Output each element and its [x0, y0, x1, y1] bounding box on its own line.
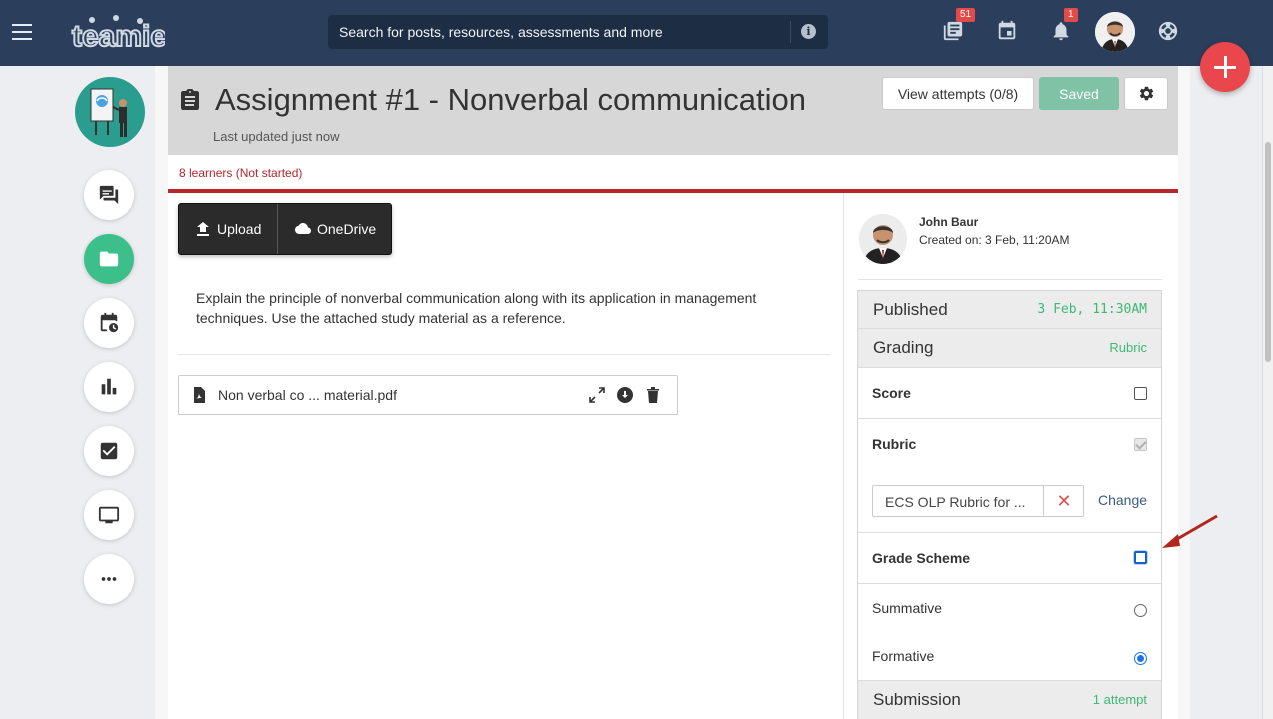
grading-value: Rubric	[1109, 340, 1147, 355]
user-avatar[interactable]	[1095, 12, 1135, 52]
rubric-select-field[interactable]: ECS OLP Rubric for ... ✕	[872, 485, 1084, 517]
last-updated: Last updated just now	[213, 129, 340, 144]
course-avatar[interactable]	[75, 77, 145, 147]
settings-button[interactable]	[1124, 77, 1168, 110]
cloud-icon	[295, 223, 311, 234]
submission-value: 1 attempt	[1092, 692, 1147, 707]
assignment-description: Explain the principle of nonverbal commu…	[196, 290, 757, 326]
attachment-name[interactable]: Non verbal co ... material.pdf	[218, 387, 397, 403]
grade-scheme-row: Grade Scheme	[858, 533, 1161, 584]
bell-icon[interactable]	[1050, 20, 1074, 44]
grade-scheme-checkbox[interactable]	[1134, 551, 1147, 564]
clear-rubric-icon[interactable]: ✕	[1043, 486, 1084, 516]
main-panel	[168, 193, 843, 719]
published-row[interactable]: Published 3 Feb, 11:30AM	[858, 291, 1161, 329]
search-placeholder: Search for posts, resources, assessments…	[339, 24, 663, 40]
rubric-name: ECS OLP Rubric for ...	[885, 494, 1026, 510]
svg-text:teamie: teamie	[72, 20, 165, 52]
formative-radio[interactable]	[1134, 652, 1147, 665]
change-rubric-link[interactable]: Change	[1098, 492, 1147, 508]
score-checkbox[interactable]	[1134, 387, 1147, 400]
score-row: Score	[858, 368, 1161, 419]
notifications-badge: 1	[1064, 8, 1078, 22]
scrollbar-thumb[interactable]	[1265, 142, 1271, 362]
screen-icon[interactable]	[84, 490, 134, 540]
page-title: Assignment #1 - Nonverbal communication	[215, 82, 806, 117]
search-divider	[790, 21, 791, 43]
checkbox-icon[interactable]	[84, 426, 134, 476]
sidebar-divider	[858, 279, 1162, 280]
grade-scheme-options: Summative Formative	[858, 584, 1161, 680]
author-name: John Baur	[919, 215, 979, 229]
trash-icon[interactable]	[645, 387, 661, 403]
analytics-icon[interactable]	[84, 362, 134, 412]
teamie-logo[interactable]: teamie	[70, 12, 165, 52]
expand-icon[interactable]	[589, 387, 605, 403]
annotation-arrow	[1162, 514, 1218, 548]
upload-icon	[197, 222, 209, 236]
published-date: 3 Feb, 11:30AM	[1037, 302, 1147, 317]
onedrive-button[interactable]: OneDrive	[278, 204, 392, 254]
assessment-settings-panel: Published 3 Feb, 11:30AM Grading Rubric …	[857, 290, 1162, 719]
grading-row[interactable]: Grading Rubric	[858, 329, 1161, 368]
created-date: Created on: 3 Feb, 11:20AM	[919, 233, 1070, 247]
top-bar: teamie Search for posts, resources, asse…	[0, 0, 1273, 66]
learners-status[interactable]: 8 learners (Not started)	[179, 166, 302, 180]
newsfeed-icon[interactable]	[942, 20, 966, 44]
newsfeed-badge: 51	[956, 8, 976, 22]
summative-radio[interactable]	[1134, 604, 1147, 617]
pdf-icon	[194, 387, 205, 403]
rubric-checkbox[interactable]	[1134, 438, 1147, 451]
learners-status-bar: 8 learners (Not started)	[168, 155, 1178, 193]
discussion-icon[interactable]	[84, 170, 134, 220]
content-divider	[178, 354, 830, 355]
formative-label: Formative	[872, 648, 935, 664]
author-avatar	[859, 214, 907, 264]
info-icon[interactable]: i	[801, 24, 816, 39]
menu-icon[interactable]	[12, 24, 32, 40]
clipboard-icon	[181, 89, 199, 110]
download-icon[interactable]	[617, 387, 633, 403]
schedule-icon[interactable]	[84, 298, 134, 348]
upload-button[interactable]: Upload	[179, 204, 277, 254]
summative-label: Summative	[872, 600, 943, 616]
calendar-icon[interactable]	[996, 20, 1020, 44]
attachment-item[interactable]: Non verbal co ... material.pdf	[178, 375, 678, 415]
folder-icon[interactable]	[84, 234, 134, 284]
page-scrollbar[interactable]	[1262, 66, 1273, 719]
more-icon[interactable]	[84, 554, 134, 604]
search-input[interactable]: Search for posts, resources, assessments…	[328, 15, 828, 49]
add-button[interactable]	[1200, 42, 1250, 92]
submission-row[interactable]: Submission 1 attempt	[858, 680, 1161, 719]
upload-button-group: Upload OneDrive	[178, 203, 392, 255]
gear-icon	[1139, 86, 1154, 101]
saved-button[interactable]: Saved	[1039, 77, 1119, 110]
help-icon[interactable]	[1157, 20, 1181, 44]
view-attempts-button[interactable]: View attempts (0/8)	[882, 77, 1034, 110]
